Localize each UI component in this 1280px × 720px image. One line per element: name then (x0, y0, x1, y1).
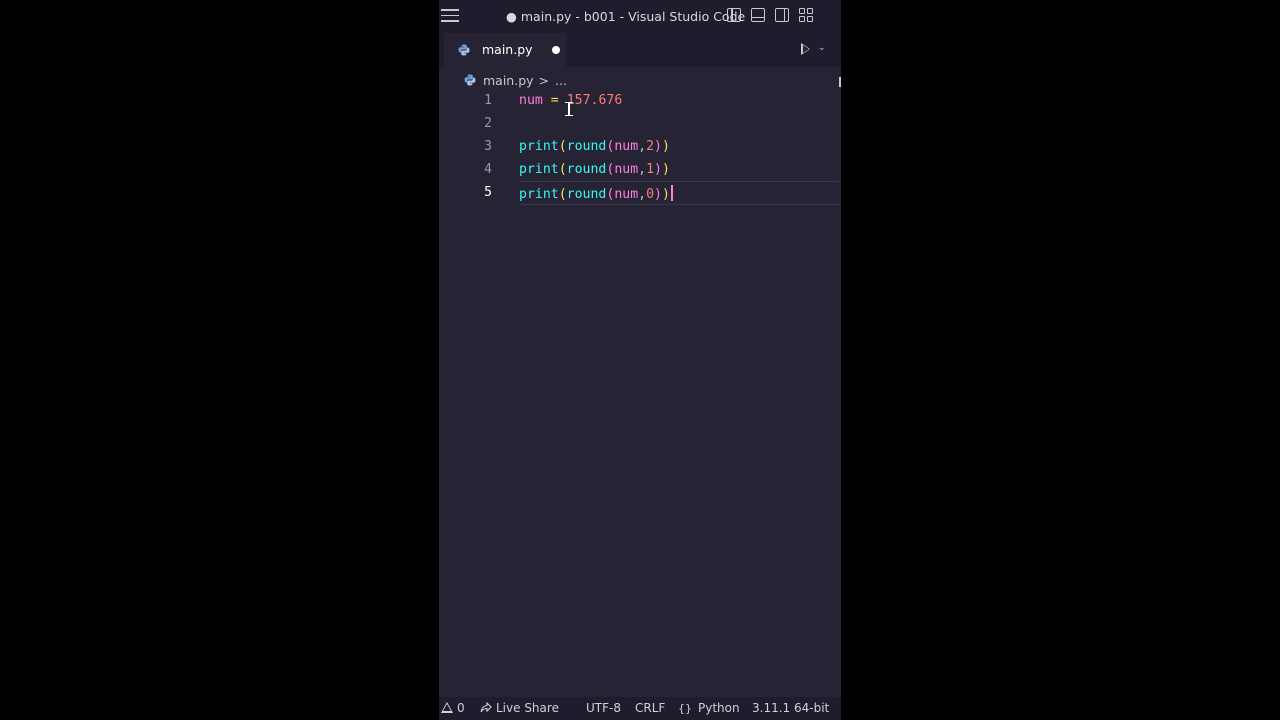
code-text[interactable]: print(round(num,0)) (519, 185, 673, 202)
hamburger-menu-icon[interactable] (441, 9, 459, 23)
editor-tab-bar: main.py ⌄ (439, 33, 841, 87)
warning-icon (441, 702, 453, 713)
code-line: 1 num = 157.676 (439, 90, 841, 113)
live-share-button[interactable]: Live Share (480, 701, 559, 715)
status-bar: 0 Live Share UTF-8 CRLF {} Python 3.11.1 … (439, 697, 841, 720)
breadcrumb-more[interactable]: ... (555, 73, 567, 88)
tab-label: main.py (482, 42, 533, 57)
toggle-panel-icon[interactable] (751, 8, 765, 22)
breadcrumb: main.py > ... (464, 72, 567, 88)
mouse-ibeam-cursor-icon (565, 102, 573, 116)
code-text[interactable]: print(round(num,2)) (519, 139, 670, 154)
title-bar: ● main.py - b001 - Visual Studio Code (439, 0, 841, 33)
encoding-selector[interactable]: UTF-8 (586, 701, 621, 715)
chevron-right-icon: > (538, 72, 550, 88)
more-actions-icon[interactable] (839, 77, 841, 87)
breadcrumb-file[interactable]: main.py (483, 73, 534, 88)
code-line: 4 print(round(num,1)) (439, 159, 841, 182)
problems-indicator[interactable]: 0 (441, 701, 465, 715)
line-number: 3 (484, 139, 492, 154)
line-number: 5 (484, 185, 492, 200)
language-label: Python (698, 701, 740, 715)
line-number: 2 (484, 116, 492, 131)
python-file-icon (464, 74, 476, 86)
play-icon[interactable] (801, 43, 810, 55)
interpreter-selector[interactable]: 3.11.1 64-bit (752, 701, 829, 715)
chevron-down-icon[interactable]: ⌄ (818, 43, 826, 53)
text-cursor (670, 185, 673, 201)
code-text[interactable]: print(round(num,1)) (519, 162, 670, 177)
live-share-icon (480, 702, 492, 713)
code-line-active: 5 print(round(num,0)) (439, 181, 841, 205)
language-mode-selector[interactable]: {} Python (678, 701, 740, 715)
layout-controls (727, 8, 813, 22)
toggle-primary-sidebar-icon[interactable] (727, 8, 741, 22)
code-line: 3 print(round(num,2)) (439, 136, 841, 159)
line-number: 1 (484, 93, 492, 108)
unsaved-changes-dot-icon[interactable] (552, 46, 560, 54)
vscode-window: ● main.py - b001 - Visual Studio Code ma… (439, 0, 841, 720)
live-share-label: Live Share (496, 701, 559, 715)
braces-icon: {} (678, 702, 692, 715)
problems-count: 0 (457, 701, 465, 715)
customize-layout-icon[interactable] (799, 8, 813, 22)
eol-selector[interactable]: CRLF (635, 701, 665, 715)
window-title: ● main.py - b001 - Visual Studio Code (506, 9, 746, 24)
tab-main-py[interactable]: main.py (444, 33, 566, 67)
code-line: 2 (439, 113, 841, 136)
python-file-icon (458, 44, 470, 56)
line-number: 4 (484, 162, 492, 177)
toggle-secondary-sidebar-icon[interactable] (775, 8, 789, 22)
